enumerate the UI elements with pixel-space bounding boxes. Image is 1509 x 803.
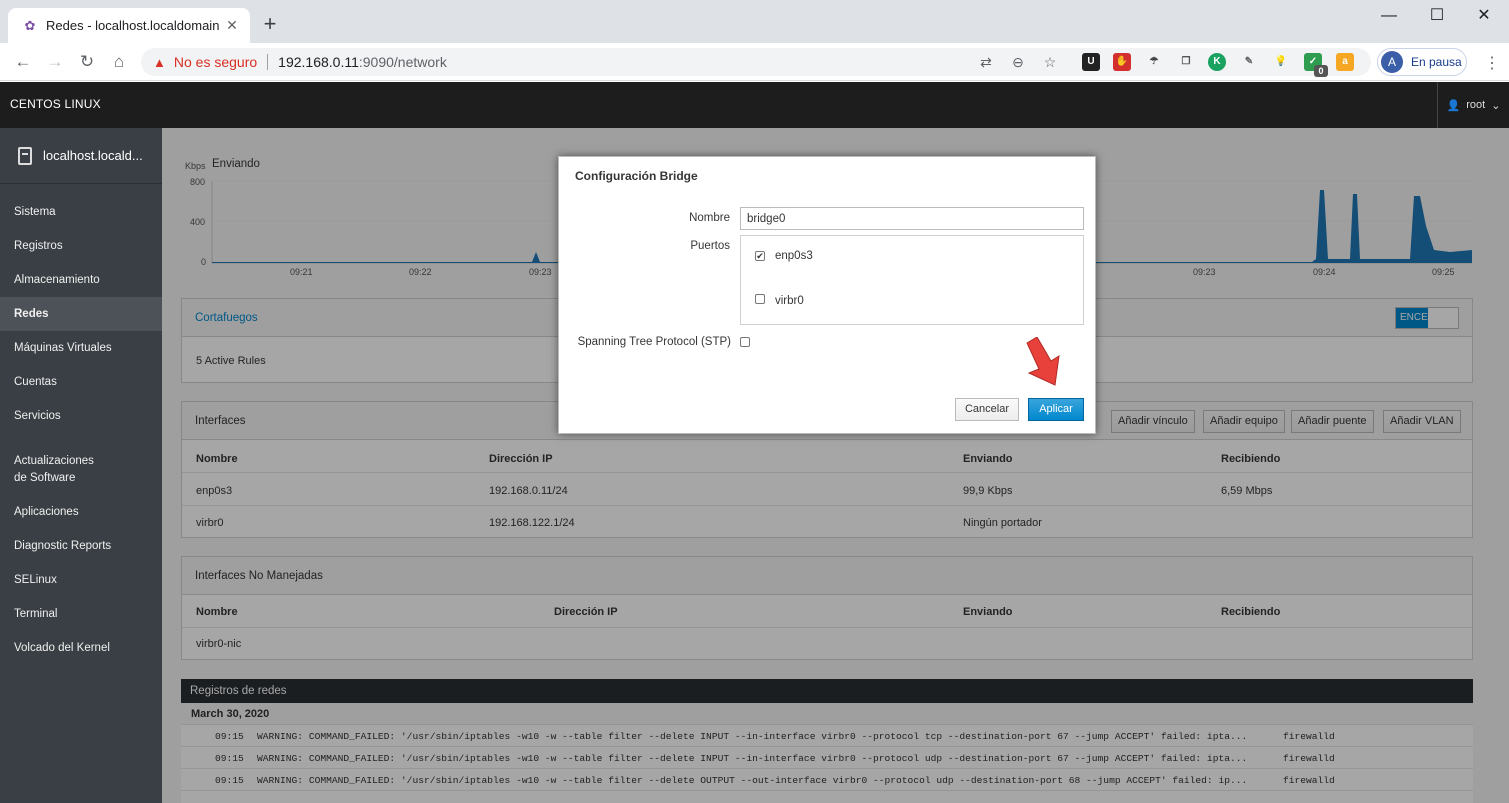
sidebar-item-aplicaciones[interactable]: Aplicaciones	[0, 495, 162, 529]
host-switcher[interactable]: localhost.locald...	[0, 128, 162, 184]
reload-icon[interactable]: ↻	[75, 50, 99, 74]
window-close-button[interactable]: ✕	[1461, 4, 1507, 28]
warning-triangle-icon: ▲	[153, 54, 166, 70]
port-checkbox-enp0s3[interactable]: ✔	[755, 251, 765, 261]
wand-extension-icon[interactable]: ☂	[1145, 53, 1163, 71]
sidebar-item-maquinas-virtuales[interactable]: Máquinas Virtuales	[0, 331, 162, 365]
dialog-title: Configuración Bridge	[575, 169, 698, 183]
sidebar-item-cuentas[interactable]: Cuentas	[0, 365, 162, 399]
browser-tab-bar: ✿ Redes - localhost.localdomain ✕ + — ☐ …	[0, 0, 1509, 43]
url-extension-icon[interactable]: U	[1082, 53, 1100, 71]
browser-menu-icon[interactable]: ⋮	[1484, 53, 1500, 73]
cancel-button[interactable]: Cancelar	[955, 398, 1019, 421]
tab-close-icon[interactable]: ✕	[224, 17, 240, 34]
forward-arrow-icon[interactable]: →	[43, 50, 67, 74]
sidebar-item-actualizaciones[interactable]: Actualizaciones de Software	[0, 445, 120, 495]
red-arrow-icon	[1026, 337, 1060, 386]
tabs-extension-icon[interactable]: ❐	[1177, 53, 1195, 71]
bulb-extension-icon[interactable]: 💡	[1272, 53, 1290, 71]
user-name: root	[1466, 99, 1486, 111]
brand-title: CENTOS LINUX	[10, 97, 101, 111]
ports-list: ✔ enp0s3 virbr0	[740, 235, 1084, 325]
minimize-button[interactable]: —	[1366, 4, 1412, 28]
stp-label: Spanning Tree Protocol (STP)	[577, 336, 731, 348]
omnibox-divider	[267, 54, 269, 70]
browser-tab[interactable]: ✿ Redes - localhost.localdomain ✕	[8, 8, 250, 43]
sidebar: localhost.locald... Sistema Registros Al…	[0, 128, 162, 803]
avatar: A	[1381, 51, 1403, 73]
home-icon[interactable]: ⌂	[107, 50, 131, 74]
chevron-down-icon: ⌄	[1491, 99, 1501, 112]
extension-badge: 0	[1314, 65, 1328, 77]
k-extension-icon[interactable]: K	[1208, 53, 1226, 71]
sidebar-item-selinux[interactable]: SELinux	[0, 563, 162, 597]
bridge-settings-dialog: Configuración Bridge Nombre Puertos ✔ en…	[558, 156, 1096, 434]
sidebar-item-redes[interactable]: Redes	[0, 297, 162, 331]
cockpit-header: CENTOS LINUX 👤 root ⌄	[0, 82, 1509, 128]
url-path: :9090/network	[358, 54, 447, 70]
zoom-out-icon[interactable]: ⊖	[1009, 53, 1027, 71]
user-menu[interactable]: 👤 root ⌄	[1437, 82, 1509, 128]
stp-checkbox[interactable]	[740, 337, 750, 347]
url-text[interactable]: 192.168.0.11:9090/network	[278, 54, 447, 70]
profile-status: En pausa	[1411, 55, 1462, 69]
sidebar-item-servicios[interactable]: Servicios	[0, 399, 162, 433]
not-secure-label[interactable]: No es seguro	[174, 54, 257, 70]
host-name: localhost.locald...	[43, 148, 143, 163]
translate-icon[interactable]: ⇄	[977, 53, 995, 71]
sidebar-item-sistema[interactable]: Sistema	[0, 195, 162, 229]
bridge-name-input[interactable]	[740, 207, 1084, 230]
port-label: virbr0	[775, 295, 804, 307]
sidebar-item-volcado-kernel[interactable]: Volcado del Kernel	[0, 631, 162, 665]
profile-button[interactable]: A En pausa	[1377, 48, 1467, 76]
apply-button[interactable]: Aplicar	[1028, 398, 1084, 421]
ports-label: Puertos	[690, 240, 730, 252]
browser-toolbar: ← → ↻ ⌂ ▲ No es seguro 192.168.0.11:9090…	[0, 43, 1509, 81]
sidebar-item-diagnostic-reports[interactable]: Diagnostic Reports	[0, 529, 162, 563]
sidebar-item-registros[interactable]: Registros	[0, 229, 162, 263]
url-host: 192.168.0.11	[278, 54, 359, 70]
dropper-extension-icon[interactable]: ✎	[1240, 53, 1258, 71]
sidebar-item-terminal[interactable]: Terminal	[0, 597, 162, 631]
tab-title: Redes - localhost.localdomain	[46, 18, 220, 33]
new-tab-button[interactable]: +	[259, 12, 281, 36]
sidebar-item-almacenamiento[interactable]: Almacenamiento	[0, 263, 162, 297]
bookmark-star-icon[interactable]: ☆	[1041, 53, 1059, 71]
user-icon: 👤	[1446, 99, 1461, 112]
back-arrow-icon[interactable]: ←	[11, 50, 35, 74]
cockpit-favicon-icon: ✿	[24, 17, 36, 33]
adblock-extension-icon[interactable]: ✋	[1113, 53, 1131, 71]
bag-extension-icon[interactable]: a	[1336, 53, 1354, 71]
name-label: Nombre	[689, 212, 730, 224]
port-label: enp0s3	[775, 250, 813, 262]
maximize-button[interactable]: ☐	[1414, 4, 1460, 28]
server-icon	[18, 146, 32, 165]
port-checkbox-virbr0[interactable]	[755, 294, 765, 304]
